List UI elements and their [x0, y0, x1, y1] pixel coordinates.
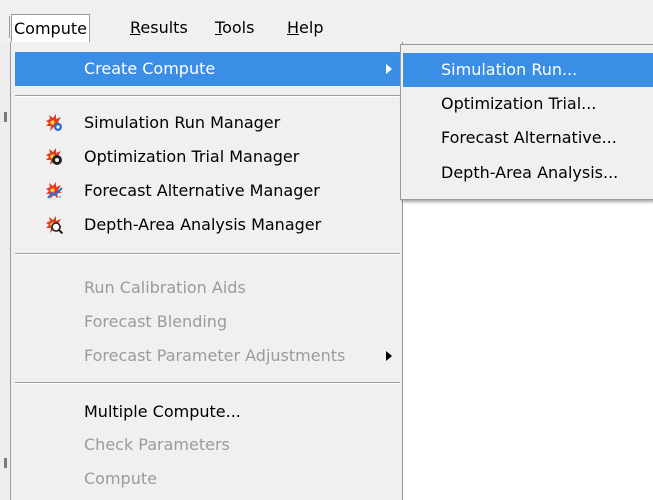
menu-item-forecast-blending[interactable]: Forecast Blending: [15, 305, 400, 339]
background-mark: [4, 458, 7, 468]
submenu-item-simulation-run[interactable]: Simulation Run...: [403, 53, 653, 87]
menu-item-label: Forecast Parameter Adjustments: [84, 346, 346, 365]
submenu-arrow-icon: [386, 351, 392, 361]
submenu-arrow-icon: [386, 64, 392, 74]
menu-compute[interactable]: Compute: [11, 14, 90, 43]
menu-item-label: Compute: [84, 469, 157, 488]
submenu-item-label: Forecast Alternative...: [441, 128, 617, 147]
menu-item-run-calibration-aids[interactable]: Run Calibration Aids: [15, 271, 400, 305]
menu-item-label: Forecast Alternative Manager: [84, 181, 320, 200]
menu-item-label: Check Parameters: [84, 435, 230, 454]
menu-help[interactable]: Help: [285, 16, 325, 40]
compute-dropdown-menu: Create Compute Simulation Run Manager Op…: [10, 42, 403, 500]
forecast-alternative-manager-icon: [46, 182, 63, 199]
menu-item-label: Forecast Blending: [84, 312, 228, 331]
menu-item-check-parameters[interactable]: Check Parameters: [15, 428, 400, 462]
menu-item-forecast-parameter-adjustments[interactable]: Forecast Parameter Adjustments: [15, 339, 400, 373]
optimization-trial-manager-icon: [46, 148, 62, 165]
simulation-run-manager-icon: [46, 114, 62, 131]
menu-separator: [15, 382, 400, 384]
menu-separator: [15, 253, 400, 255]
submenu-item-label: Simulation Run...: [441, 60, 578, 79]
menu-item-simulation-run-manager[interactable]: Simulation Run Manager: [15, 106, 400, 140]
menu-tools[interactable]: Tools: [213, 16, 256, 40]
menu-compute-label: Compute: [14, 19, 87, 38]
menu-item-multiple-compute[interactable]: Multiple Compute...: [15, 395, 400, 429]
submenu-item-forecast-alternative[interactable]: Forecast Alternative...: [403, 121, 653, 155]
menu-help-label: elp: [299, 18, 324, 37]
depth-area-analysis-manager-icon: [46, 216, 63, 234]
menu-results[interactable]: Results: [128, 16, 190, 40]
menu-tools-mnemonic: T: [215, 18, 223, 37]
menubar: Compute Results Tools Help: [0, 0, 653, 44]
submenu-item-label: Depth-Area Analysis...: [441, 163, 619, 182]
menu-item-create-compute[interactable]: Create Compute: [15, 52, 400, 86]
menu-tools-label: ools: [222, 18, 255, 37]
submenu-item-optimization-trial[interactable]: Optimization Trial...: [403, 87, 653, 121]
menu-help-mnemonic: H: [287, 18, 300, 37]
menu-item-label: Optimization Trial Manager: [84, 147, 300, 166]
background-mark: [4, 112, 7, 122]
menu-item-forecast-alternative-manager[interactable]: Forecast Alternative Manager: [15, 174, 400, 208]
menu-item-label: Run Calibration Aids: [84, 278, 246, 297]
submenu-item-label: Optimization Trial...: [441, 94, 597, 113]
menu-item-compute[interactable]: Compute: [15, 462, 400, 496]
menubar-divider: [9, 16, 10, 38]
menu-results-label: esults: [140, 18, 188, 37]
menu-results-mnemonic: R: [130, 18, 141, 37]
menu-item-optimization-trial-manager[interactable]: Optimization Trial Manager: [15, 140, 400, 174]
menu-item-label: Depth-Area Analysis Manager: [84, 215, 322, 234]
menu-item-depth-area-analysis-manager[interactable]: Depth-Area Analysis Manager: [15, 208, 400, 242]
menu-item-label: Create Compute: [84, 59, 216, 78]
menu-separator: [15, 95, 400, 97]
menu-item-label: Multiple Compute...: [84, 402, 241, 421]
create-compute-submenu: Simulation Run... Optimization Trial... …: [400, 44, 653, 200]
submenu-item-depth-area-analysis[interactable]: Depth-Area Analysis...: [403, 156, 653, 190]
menu-item-label: Simulation Run Manager: [84, 113, 281, 132]
